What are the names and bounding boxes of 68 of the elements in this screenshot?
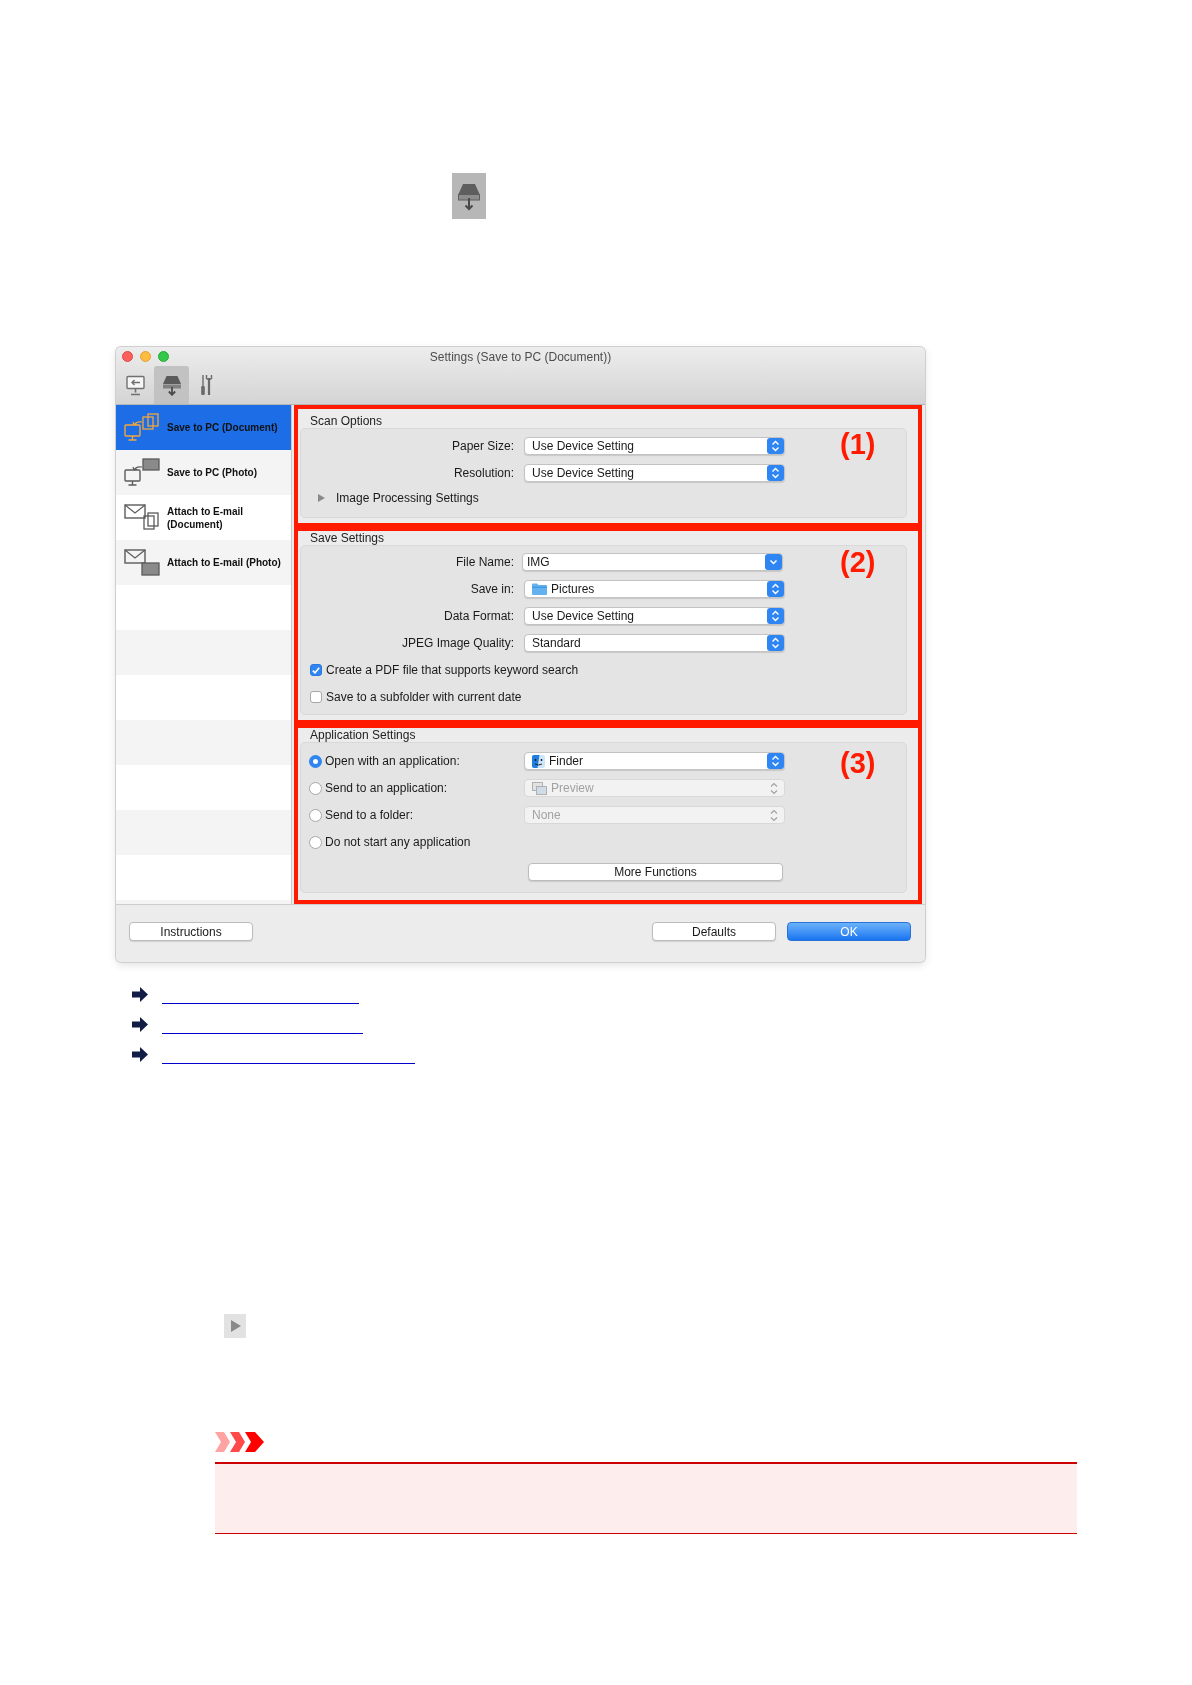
- field-label: Save in:: [470, 582, 514, 596]
- scanner-icon: [161, 374, 182, 396]
- field-label: File Name:: [456, 555, 514, 569]
- up-down-arrows-icon: [767, 753, 784, 769]
- arrow-icon: [132, 987, 148, 1002]
- folder-icon: [532, 583, 547, 595]
- sidebar-item[interactable]: Save to PC (Document): [116, 405, 291, 450]
- push-button[interactable]: Defaults: [652, 922, 776, 941]
- monitor-icon: [126, 374, 147, 396]
- up-down-arrows-icon: [767, 635, 784, 651]
- field-label: Paper Size:: [451, 439, 514, 453]
- radio-button[interactable]: [309, 781, 322, 795]
- callout-number: (2): [840, 548, 876, 576]
- radio-label: Send to a folder:: [325, 808, 414, 822]
- computer-photo-icon: [124, 458, 160, 487]
- checkbox[interactable]: [310, 664, 322, 676]
- up-down-arrows-icon: [770, 808, 778, 822]
- computer-documents-icon: [124, 413, 160, 442]
- close-button[interactable]: [122, 351, 133, 362]
- combo-box[interactable]: IMG: [522, 553, 783, 571]
- field-label: Resolution:: [453, 466, 514, 480]
- section-title: Scan Options: [310, 414, 383, 428]
- callout-number: (3): [840, 749, 876, 777]
- radio-label: Do not start any application: [325, 835, 471, 849]
- more-functions-button[interactable]: More Functions: [528, 863, 783, 881]
- arrow-icon: [132, 1017, 148, 1032]
- dropdown[interactable]: Finder: [524, 752, 785, 770]
- minimize-button[interactable]: [140, 351, 151, 362]
- radio-label: Open with an application:: [325, 754, 460, 768]
- dropdown[interactable]: Use Device Setting: [524, 607, 785, 625]
- sidebar-item[interactable]: Save to PC (Photo): [116, 450, 291, 495]
- field-label: Data Format:: [443, 609, 514, 623]
- dropdown[interactable]: Use Device Setting: [524, 464, 785, 482]
- sidebar-item[interactable]: Attach to E-mail (Document): [116, 495, 291, 540]
- dropdown[interactable]: Standard: [524, 634, 785, 652]
- up-down-arrows-icon: [767, 465, 784, 481]
- field-label: JPEG Image Quality:: [401, 636, 514, 650]
- toolbar-tab[interactable]: [154, 366, 189, 404]
- chevrons-icon: [215, 1432, 264, 1452]
- disclosure-toggle[interactable]: Image Processing Settings: [318, 491, 479, 505]
- window-title: Settings (Save to PC (Document)): [429, 349, 612, 364]
- envelope-photo-icon: [124, 548, 160, 577]
- zoom-button[interactable]: [158, 351, 169, 362]
- sidebar-item[interactable]: Attach to E-mail (Photo): [116, 540, 291, 585]
- up-down-arrows-icon: [770, 781, 778, 795]
- tools-icon: [199, 374, 214, 396]
- up-down-arrows-icon: [767, 608, 784, 624]
- radio-button[interactable]: [309, 808, 322, 822]
- dropdown[interactable]: Use Device Setting: [524, 437, 785, 455]
- arrow-icon: [132, 1047, 148, 1062]
- radio-label: Send to an application:: [325, 781, 448, 795]
- checkmark-icon: [312, 666, 320, 674]
- checkbox[interactable]: [310, 691, 322, 703]
- scanner-icon: [452, 173, 486, 219]
- radio-button[interactable]: [309, 754, 322, 768]
- radio-button[interactable]: [309, 835, 322, 849]
- section-title: Application Settings: [310, 728, 416, 742]
- up-down-arrows-icon: [767, 581, 784, 597]
- dropdown[interactable]: Pictures: [524, 580, 785, 598]
- up-down-arrows-icon: [767, 438, 784, 454]
- callout-number: (1): [840, 430, 876, 458]
- section-title: Save Settings: [310, 531, 385, 545]
- checkbox-label: Save to a subfolder with current date: [326, 690, 522, 704]
- envelope-document-icon: [124, 503, 160, 532]
- finder-icon: [532, 754, 545, 768]
- checkbox-label: Create a PDF file that supports keyword search: [326, 663, 579, 677]
- photos-icon: [532, 781, 547, 795]
- push-button[interactable]: Instructions: [129, 922, 253, 941]
